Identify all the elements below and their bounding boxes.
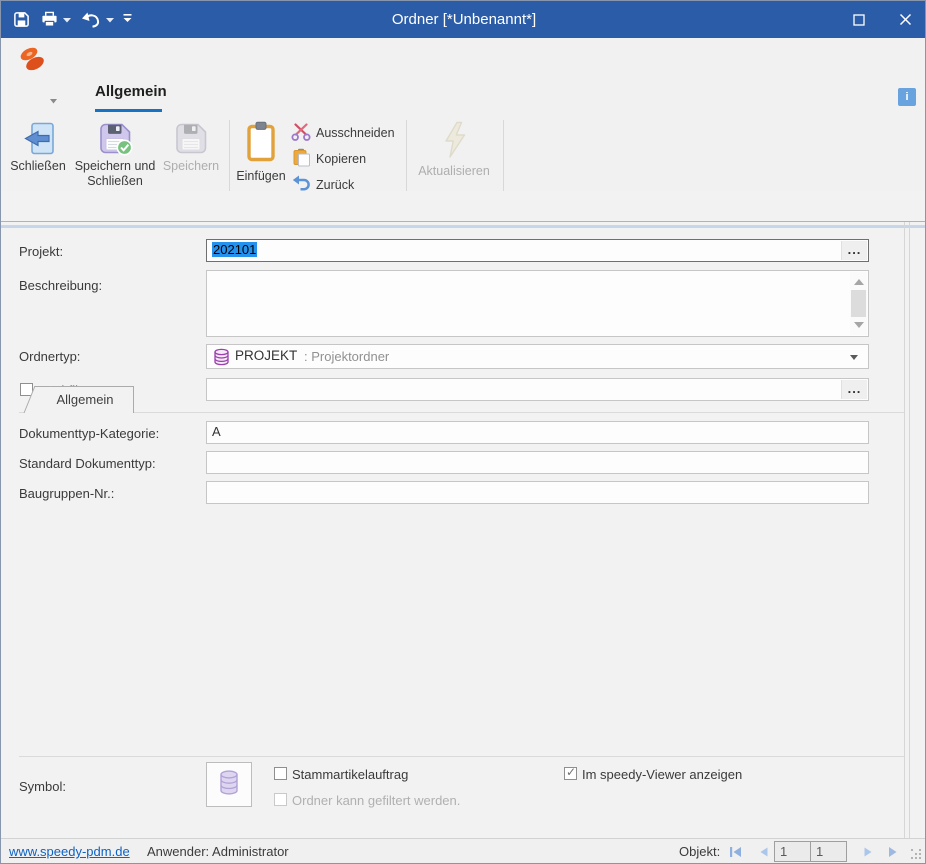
statusbar: www.speedy-pdm.de Anwender: Administrato… (1, 838, 926, 864)
speedy-pdm-link[interactable]: www.speedy-pdm.de (9, 844, 130, 859)
nav-next-button[interactable] (862, 846, 874, 861)
nav-last-button[interactable] (887, 846, 901, 861)
save-close-icon (71, 121, 159, 156)
record-total-input[interactable]: 1 (810, 841, 847, 862)
window-title: Ordner [*Unbenannt*] (1, 1, 926, 38)
standard-dokumenttyp-input[interactable] (206, 451, 869, 474)
baugruppen-nr-label: Baugruppen-Nr.: (19, 486, 114, 501)
beschreibung-label: Beschreibung: (19, 278, 102, 293)
ordnertyp-value: PROJEKT (235, 348, 297, 363)
beschreibung-scrollbar[interactable] (850, 272, 867, 335)
app-logo-icon[interactable] (17, 46, 47, 72)
right-border-line (909, 222, 910, 838)
stammartikelauftrag-checkbox[interactable] (274, 767, 287, 780)
symbol-label: Symbol: (19, 779, 66, 794)
standard-dokumenttyp-label: Standard Dokumenttyp: (19, 456, 156, 471)
scroll-down-icon[interactable] (854, 322, 864, 328)
projekt-label: Projekt: (19, 244, 63, 259)
info-button[interactable]: i (898, 88, 916, 106)
dokumenttyp-kategorie-input[interactable]: A (206, 421, 869, 444)
aktualisieren-button: Aktualisieren (412, 118, 496, 202)
refresh-lightning-icon (412, 121, 496, 159)
ribbon-tab-allgemein[interactable]: Allgemein (95, 83, 167, 100)
beschreibung-textarea[interactable] (206, 270, 869, 337)
schliessen-button[interactable]: Schließen (7, 118, 69, 202)
record-current-input[interactable]: 1 (774, 841, 811, 862)
projekt-browse-button[interactable]: ... (841, 241, 867, 260)
speedy-viewer-checkbox[interactable]: ✓ (564, 767, 577, 780)
symbol-picker[interactable] (206, 762, 252, 807)
copy-icon (292, 148, 311, 170)
suchfilter-input[interactable]: ... (206, 378, 869, 401)
ordner-filter-label: Ordner kann gefiltert werden. (292, 793, 460, 808)
database-icon (213, 348, 230, 369)
ordnertyp-label: Ordnertyp: (19, 349, 80, 364)
nav-first-button[interactable] (729, 846, 743, 861)
maximize-button[interactable] (837, 1, 881, 38)
nav-previous-button[interactable] (758, 846, 770, 861)
check-icon: ✓ (566, 765, 576, 779)
separator-line (19, 412, 904, 413)
ordnertyp-dropdown[interactable]: PROJEKT : Projektordner (206, 344, 869, 369)
kopieren-button[interactable]: Kopieren (292, 148, 366, 170)
ausschneiden-button[interactable]: Ausschneiden (291, 122, 395, 144)
ordner-filter-checkbox (274, 793, 287, 806)
suchfilter-browse-button[interactable]: ... (841, 380, 867, 399)
resize-grip[interactable] (911, 849, 923, 861)
scroll-thumb[interactable] (851, 290, 866, 317)
baugruppen-nr-input[interactable] (206, 481, 869, 504)
separator-line (19, 756, 904, 757)
paste-clipboard-icon (235, 121, 287, 163)
app-menu-caret-icon[interactable] (50, 92, 57, 107)
close-button[interactable] (883, 1, 926, 38)
ribbon-bottom-accent (1, 226, 926, 228)
dropdown-caret-icon[interactable] (850, 355, 858, 360)
objekt-label: Objekt: (679, 844, 720, 859)
ordnertyp-description: : Projektordner (304, 349, 389, 364)
page-tabstrip: Allgemein (1, 191, 926, 222)
scissors-icon (291, 123, 311, 144)
speedy-viewer-label: Im speedy-Viewer anzeigen (582, 767, 742, 782)
projekt-selected-text: 202101 (212, 242, 257, 257)
speichern-button: Speichern (161, 118, 221, 202)
save-disabled-icon (161, 121, 221, 156)
ordner-window: Ordner [*Unbenannt*] Allgemein i (0, 0, 926, 864)
ribbon-tab-underline (95, 109, 162, 112)
projekt-input[interactable]: 202101 ... (206, 239, 869, 262)
scroll-up-icon[interactable] (854, 279, 864, 285)
stammartikelauftrag-label: Stammartikelauftrag (292, 767, 408, 782)
dokumenttyp-kategorie-label: Dokumenttyp-Kategorie: (19, 426, 159, 441)
titlebar: Ordner [*Unbenannt*] (1, 1, 926, 38)
symbol-cylinder-icon (217, 769, 241, 800)
right-border-line (904, 222, 905, 838)
tab-allgemein[interactable]: Allgemein (37, 386, 134, 413)
ribbon: Allgemein i Schließen (1, 38, 926, 191)
close-window-icon (7, 121, 69, 156)
user-status: Anwender: Administrator (147, 844, 289, 859)
einfuegen-button[interactable]: Einfügen (235, 118, 287, 202)
speichern-und-schliessen-button[interactable]: Speichern und Schließen (71, 118, 159, 202)
